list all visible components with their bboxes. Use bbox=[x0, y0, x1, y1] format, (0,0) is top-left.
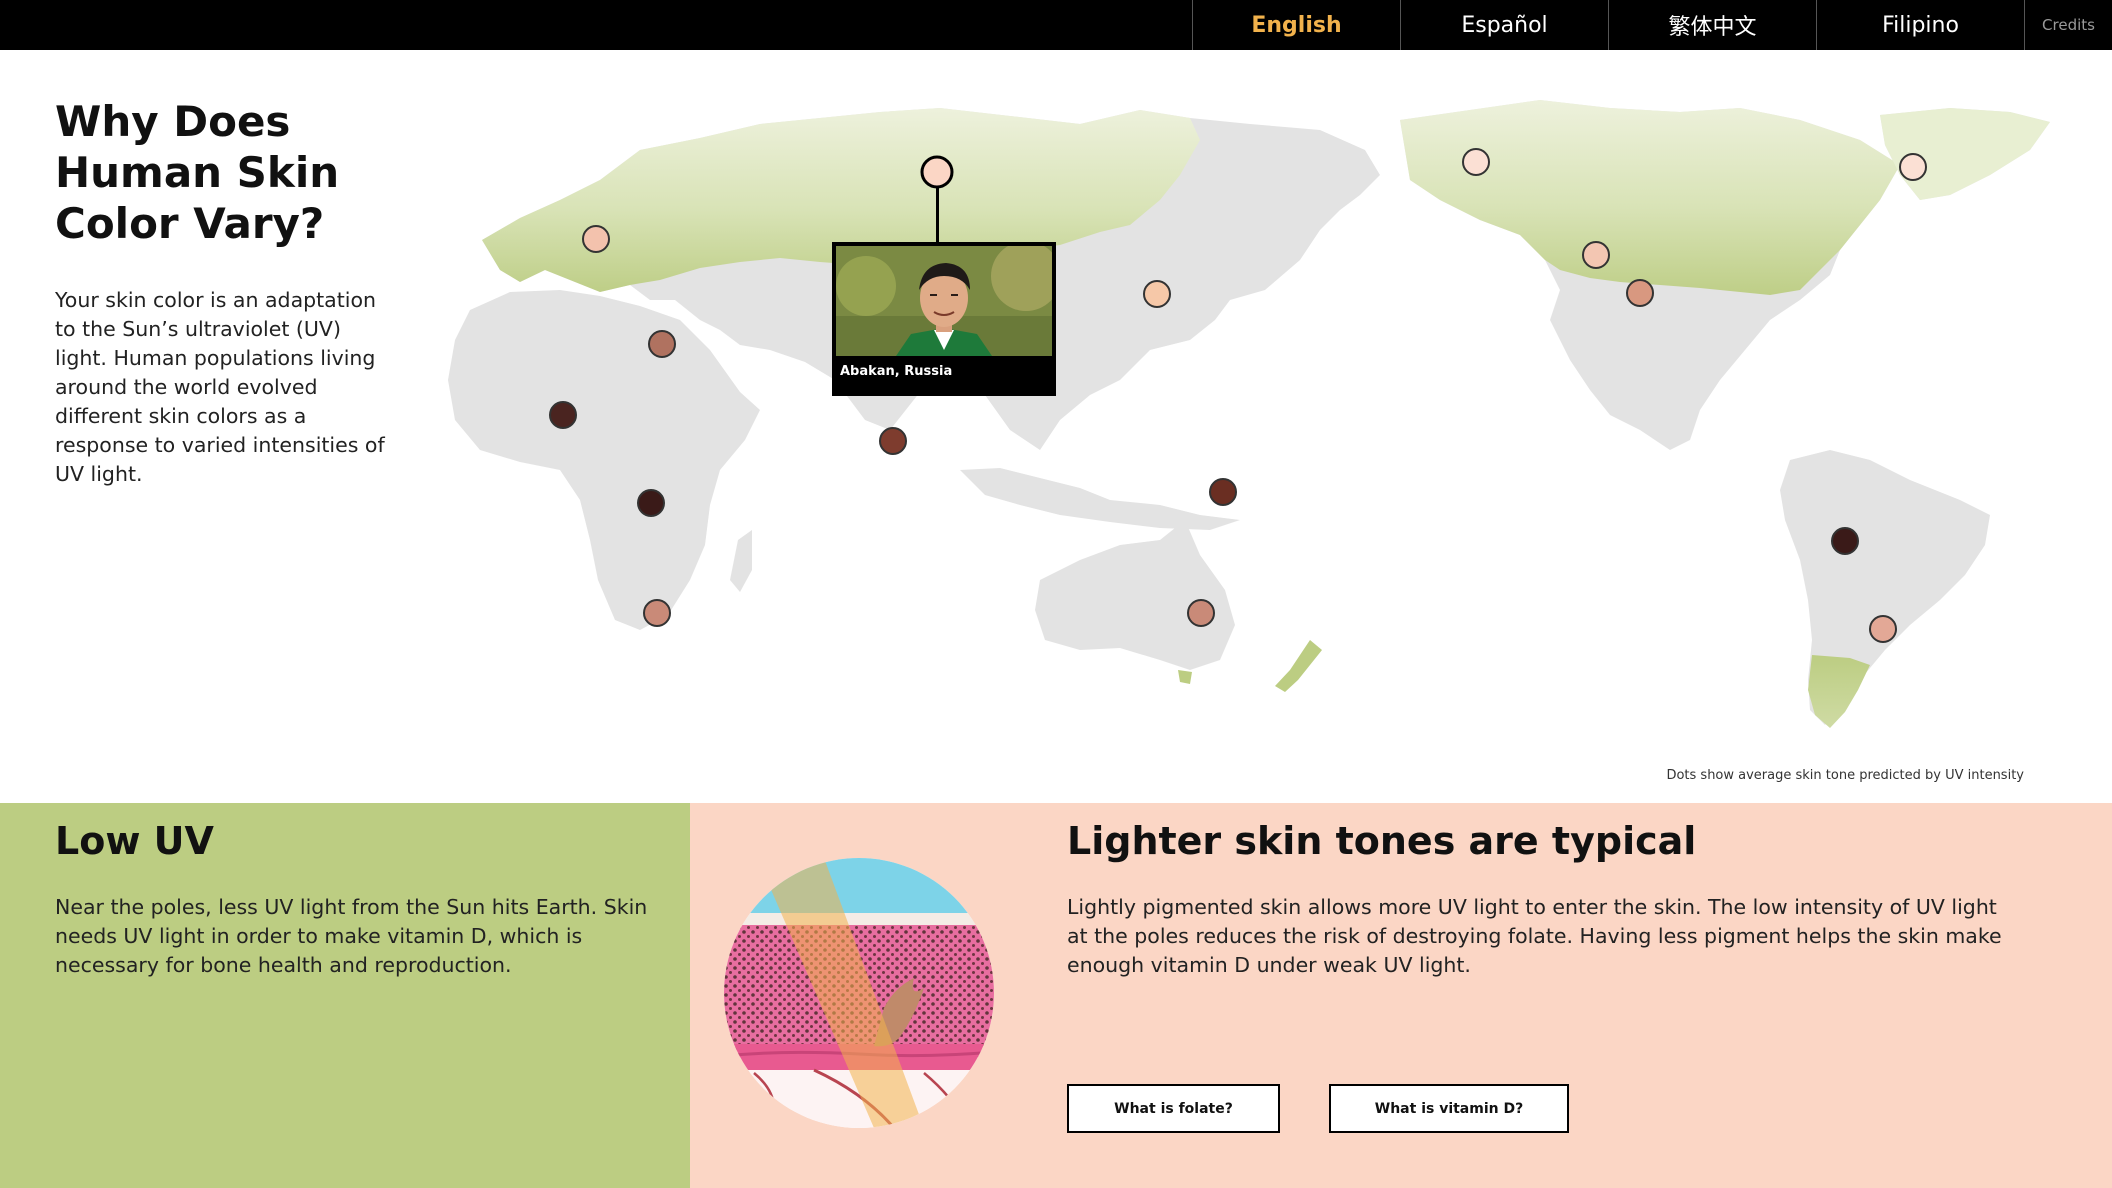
skin-tone-dot[interactable] bbox=[879, 427, 907, 455]
low-uv-heading: Low UV bbox=[55, 819, 214, 863]
low-uv-band-greenland bbox=[1880, 108, 2050, 200]
skin-tone-dot[interactable] bbox=[643, 599, 671, 627]
skin-tone-dot[interactable] bbox=[1869, 615, 1897, 643]
what-is-vitamin-d-button[interactable]: What is vitamin D? bbox=[1329, 1084, 1569, 1133]
skin-tone-dot[interactable] bbox=[637, 489, 665, 517]
skin-tone-dot[interactable] bbox=[1209, 478, 1237, 506]
top-nav-bar: English Español 繁体中文 Filipino Credits bbox=[0, 0, 2112, 50]
language-switcher: English Español 繁体中文 Filipino Credits bbox=[1192, 0, 2112, 50]
skin-tone-dot[interactable] bbox=[1899, 153, 1927, 181]
skin-tone-dot[interactable] bbox=[1462, 148, 1490, 176]
language-tab-chinese[interactable]: 繁体中文 bbox=[1608, 0, 1816, 50]
selected-skin-tone-dot[interactable] bbox=[920, 155, 954, 189]
credits-link[interactable]: Credits bbox=[2024, 0, 2112, 50]
portrait-photo bbox=[836, 246, 1052, 356]
southeast-asia-islands bbox=[960, 468, 1240, 530]
language-tab-filipino[interactable]: Filipino bbox=[1816, 0, 2024, 50]
low-uv-band-tasmania bbox=[1178, 670, 1192, 684]
madagascar-landmass bbox=[730, 530, 752, 592]
skin-cross-section-illustration bbox=[724, 858, 994, 1128]
skin-tone-dot[interactable] bbox=[1187, 599, 1215, 627]
skin-tone-dot[interactable] bbox=[1831, 527, 1859, 555]
lighter-text: Lightly pigmented skin allows more UV li… bbox=[1067, 895, 2002, 977]
lighter-heading: Lighter skin tones are typical bbox=[1067, 819, 1697, 863]
map-caption: Dots show average skin tone predicted by… bbox=[1666, 768, 2024, 783]
page-title: Why Does Human Skin Color Vary? bbox=[55, 97, 340, 248]
lighter-skin-panel: Lighter skin tones are typical Lightly p… bbox=[690, 803, 2112, 1188]
language-tab-english[interactable]: English bbox=[1192, 0, 1400, 50]
low-uv-panel: Low UV Near the poles, less UV light fro… bbox=[0, 803, 690, 1188]
intro-text: Your skin color is an adaptation to the … bbox=[55, 288, 385, 486]
skin-tone-dot[interactable] bbox=[1582, 241, 1610, 269]
language-tab-espanol[interactable]: Español bbox=[1400, 0, 1608, 50]
popup-connector-line bbox=[936, 186, 939, 242]
skin-tone-dot[interactable] bbox=[1143, 280, 1171, 308]
skin-tone-dot[interactable] bbox=[582, 225, 610, 253]
skin-tone-dot[interactable] bbox=[549, 401, 577, 429]
skin-tone-dot[interactable] bbox=[1626, 279, 1654, 307]
skin-tone-dot[interactable] bbox=[648, 330, 676, 358]
low-uv-band-new-zealand bbox=[1275, 640, 1322, 692]
australia-landmass bbox=[1035, 520, 1235, 670]
what-is-folate-button[interactable]: What is folate? bbox=[1067, 1084, 1280, 1133]
popup-location-label: Abakan, Russia bbox=[840, 364, 953, 379]
low-uv-text: Near the poles, less UV light from the S… bbox=[55, 895, 648, 977]
location-popup[interactable]: Abakan, Russia bbox=[832, 242, 1056, 396]
africa-landmass bbox=[448, 290, 760, 630]
